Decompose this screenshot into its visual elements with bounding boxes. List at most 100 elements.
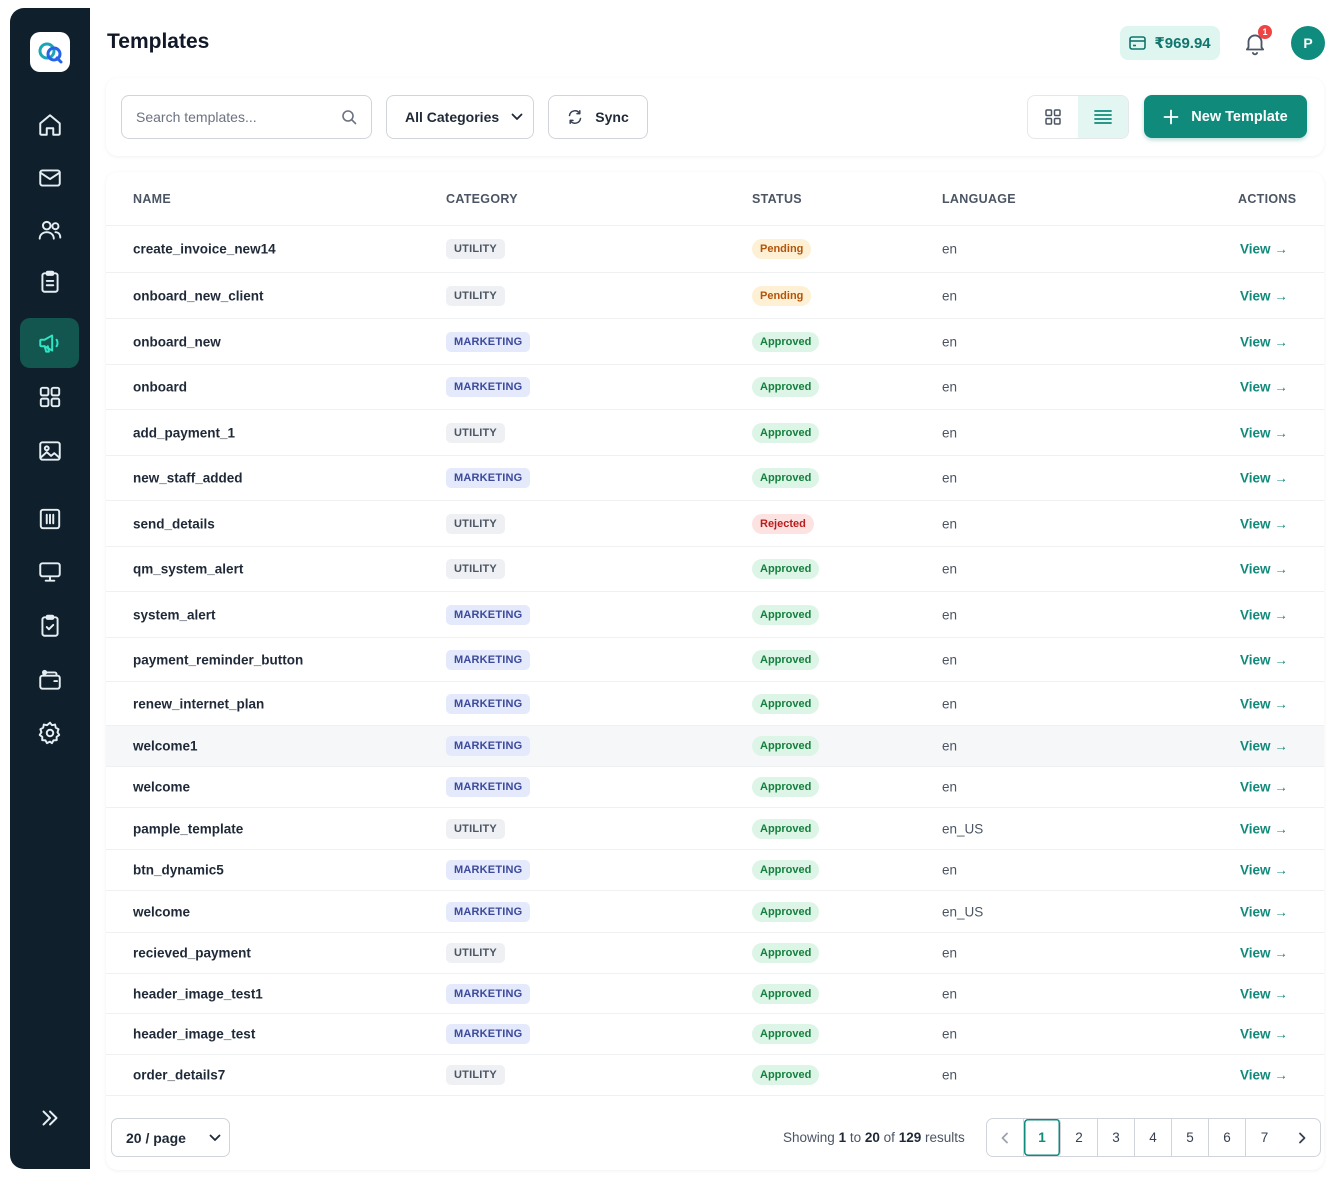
column-header-status[interactable]: STATUS	[752, 192, 802, 206]
sidebar-item-reports[interactable]	[20, 257, 79, 307]
status-badge: Approved	[752, 377, 820, 397]
table-row[interactable]: onboard_new_client UTILITY Pending en View →	[106, 273, 1324, 319]
category-badge: MARKETING	[446, 1024, 531, 1044]
view-link[interactable]: View →	[1240, 516, 1288, 531]
language-value: en	[942, 334, 958, 349]
sidebar-item-media[interactable]	[20, 426, 79, 476]
sidebar-item-contacts[interactable]	[20, 205, 79, 255]
language-value: en	[942, 652, 958, 667]
next-page-button[interactable]	[1283, 1119, 1320, 1156]
view-link[interactable]: View →	[1240, 821, 1288, 836]
search-icon[interactable]	[341, 109, 357, 125]
view-link[interactable]: View →	[1240, 696, 1288, 711]
category-select[interactable]: All Categories	[386, 95, 534, 139]
view-link[interactable]: View →	[1240, 380, 1288, 395]
plus-icon	[1163, 109, 1179, 124]
view-link[interactable]: View →	[1240, 288, 1288, 303]
column-header-language[interactable]: LANGUAGE	[942, 192, 1016, 206]
table-row[interactable]: welcome MARKETING Approved en_US View →	[106, 891, 1324, 933]
language-value: en_US	[942, 821, 984, 836]
template-name: send_details	[133, 516, 215, 531]
language-value: en_US	[942, 904, 984, 919]
page-button[interactable]: 2	[1061, 1119, 1098, 1156]
view-link[interactable]: View →	[1240, 652, 1288, 667]
sidebar-item-tasks[interactable]	[20, 601, 79, 651]
view-link[interactable]: View →	[1240, 780, 1288, 795]
page-button[interactable]: 7	[1246, 1119, 1283, 1156]
table-row[interactable]: onboard_new MARKETING Approved en View →	[106, 319, 1324, 365]
page-button[interactable]: 3	[1098, 1119, 1135, 1156]
templates-table: NAME CATEGORY STATUS LANGUAGE ACTIONS cr…	[106, 172, 1324, 1170]
column-header-actions: ACTIONS	[1238, 192, 1297, 206]
table-row[interactable]: add_payment_1 UTILITY Approved en View →	[106, 410, 1324, 456]
refresh-icon	[569, 110, 582, 124]
table-row[interactable]: system_alert MARKETING Approved en View →	[106, 592, 1324, 638]
search-input[interactable]	[136, 109, 341, 125]
table-row[interactable]: order_details7 UTILITY Approved en View →	[106, 1055, 1324, 1096]
view-link[interactable]: View →	[1240, 946, 1288, 961]
view-link[interactable]: View →	[1240, 739, 1288, 754]
view-link[interactable]: View →	[1240, 242, 1288, 257]
category-badge: UTILITY	[446, 422, 505, 443]
sidebar-item-apps[interactable]	[20, 372, 79, 422]
sidebar-item-devices[interactable]	[20, 547, 79, 597]
sync-button[interactable]: Sync	[548, 95, 648, 139]
view-link[interactable]: View →	[1240, 562, 1288, 577]
status-badge: Approved	[752, 1024, 820, 1044]
table-row[interactable]: recieved_payment UTILITY Approved en View →	[106, 933, 1324, 974]
language-value: en	[942, 696, 958, 711]
category-badge: MARKETING	[446, 901, 531, 922]
column-header-name[interactable]: NAME	[133, 192, 171, 206]
app-logo[interactable]	[30, 32, 70, 72]
sidebar-expand-button[interactable]	[20, 1093, 79, 1143]
view-link[interactable]: View →	[1240, 986, 1288, 1001]
sidebar-item-home[interactable]	[20, 100, 79, 150]
table-row[interactable]: btn_dynamic5 MARKETING Approved en View →	[106, 850, 1324, 891]
chart-icon	[39, 508, 60, 530]
table-row[interactable]: create_invoice_new14 UTILITY Pending en View…	[106, 226, 1324, 273]
table-row[interactable]: new_staff_added MARKETING Approved en View →	[106, 456, 1324, 501]
chevron-down-icon	[511, 113, 523, 120]
wallet-balance[interactable]: ₹969.94	[1120, 26, 1220, 60]
language-value: en	[942, 241, 958, 257]
sidebar-item-campaigns[interactable]	[20, 318, 79, 368]
mail-icon	[38, 169, 61, 187]
table-row[interactable]: pample_template UTILITY Approved en_US View …	[106, 808, 1324, 850]
column-header-category[interactable]: CATEGORY	[446, 192, 518, 206]
page-button[interactable]: 4	[1135, 1119, 1172, 1156]
prev-page-button[interactable]	[987, 1119, 1024, 1156]
view-link[interactable]: View →	[1240, 863, 1288, 878]
table-row[interactable]: payment_reminder_button MARKETING Approved…	[106, 638, 1324, 682]
grid-view-button[interactable]	[1028, 96, 1078, 138]
results-summary: Showing 1 to 20 of 129 results	[783, 1130, 965, 1145]
table-row[interactable]: header_image_test MARKETING Approved en View…	[106, 1014, 1324, 1055]
view-link[interactable]: View →	[1240, 1068, 1288, 1083]
table-row[interactable]: header_image_test1 MARKETING Approved en Vie…	[106, 974, 1324, 1014]
view-link[interactable]: View →	[1240, 425, 1288, 440]
view-link[interactable]: View →	[1240, 607, 1288, 622]
avatar[interactable]: P	[1291, 26, 1325, 60]
showing-to: 20	[864, 1130, 880, 1145]
new-template-button[interactable]: New Template	[1144, 95, 1307, 138]
page-button[interactable]: 6	[1209, 1119, 1246, 1156]
template-name: onboard_new	[133, 334, 221, 349]
table-row[interactable]: send_details UTILITY Rejected en View →	[106, 501, 1324, 547]
table-row[interactable]: qm_system_alert UTILITY Approved en View →	[106, 547, 1324, 592]
sidebar-item-analytics[interactable]	[20, 494, 79, 544]
table-row[interactable]: renew_internet_plan MARKETING Approved en Vi…	[106, 682, 1324, 726]
page-button[interactable]: 1	[1024, 1119, 1061, 1156]
list-view-button[interactable]	[1078, 96, 1128, 138]
view-link[interactable]: View →	[1240, 471, 1288, 486]
sidebar-item-settings[interactable]	[20, 708, 79, 758]
per-page-value: 20 / page	[126, 1129, 186, 1146]
view-link[interactable]: View →	[1240, 334, 1288, 349]
page-button[interactable]: 5	[1172, 1119, 1209, 1156]
table-row[interactable]: welcome1 MARKETING Approved en View →	[106, 726, 1324, 767]
view-link[interactable]: View →	[1240, 904, 1288, 919]
table-row[interactable]: onboard MARKETING Approved en View →	[106, 365, 1324, 410]
sidebar-item-messages[interactable]	[20, 153, 79, 203]
view-link[interactable]: View →	[1240, 1027, 1288, 1042]
per-page-select[interactable]: 20 / page	[111, 1118, 230, 1157]
table-row[interactable]: welcome MARKETING Approved en View →	[106, 767, 1324, 808]
sidebar-item-wallet[interactable]	[20, 655, 79, 705]
